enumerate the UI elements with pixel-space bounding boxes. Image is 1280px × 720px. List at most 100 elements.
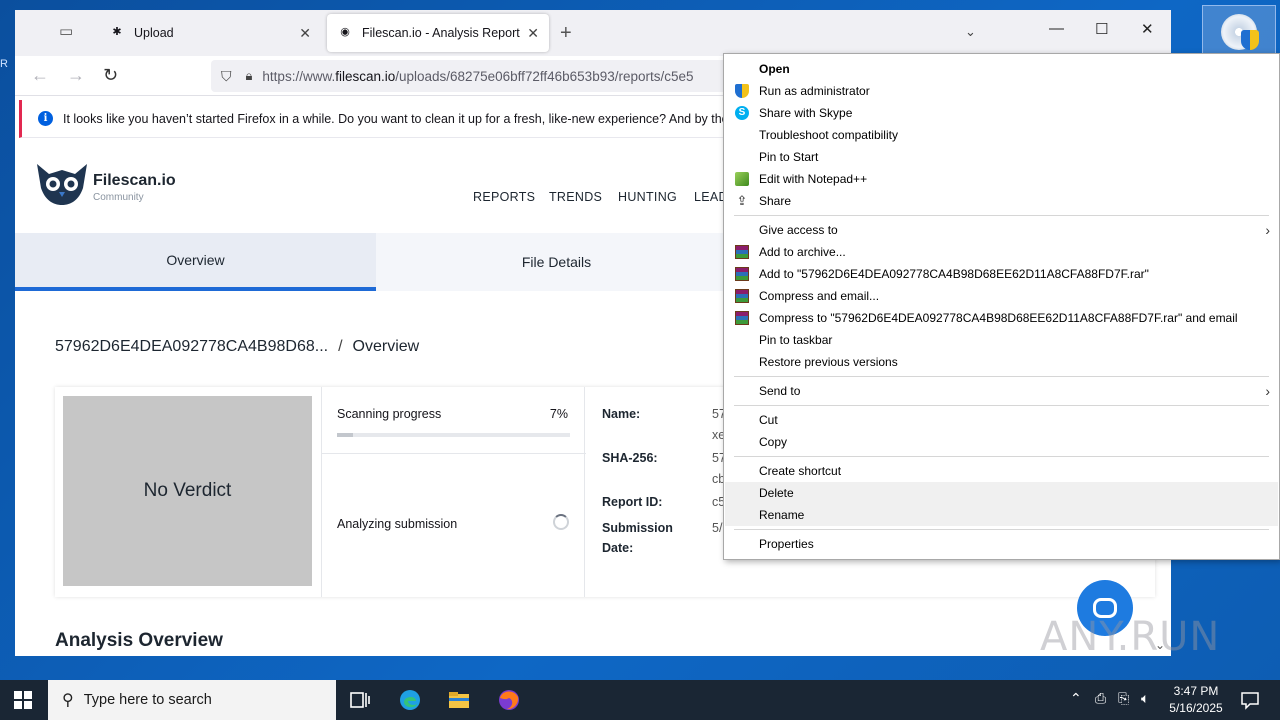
meta-date-label: Date: xyxy=(602,541,634,555)
verdict-box: No Verdict xyxy=(63,396,312,586)
device-icon[interactable]: ⎙ xyxy=(1095,690,1106,707)
menu-divider xyxy=(734,405,1269,406)
share-icon: ⇪ xyxy=(736,193,748,208)
menu-copy[interactable]: Copy xyxy=(725,431,1278,453)
breadcrumb-separator: / xyxy=(338,338,343,355)
back-arrow-icon[interactable]: ← xyxy=(31,65,49,86)
meta-sha-label: SHA-256: xyxy=(602,451,658,465)
menu-edit-notepadpp[interactable]: Edit with Notepad++ xyxy=(725,168,1278,190)
analyzing-status: Analyzing submission xyxy=(337,517,458,531)
menu-rename[interactable]: Rename xyxy=(725,504,1278,526)
menu-open[interactable]: Open xyxy=(725,58,1278,80)
brand-name[interactable]: Filescan.io xyxy=(93,172,176,190)
reload-icon[interactable]: ↻ xyxy=(103,65,118,86)
menu-add-rar[interactable]: Add to "57962D6E4DEA092778CA4B98D68EE62D… xyxy=(725,263,1278,285)
tab-file-details[interactable]: File Details xyxy=(376,233,737,291)
tracking-shield-icon[interactable]: ⛉ xyxy=(221,68,232,85)
progress-panel: Scanning progress 7% Analyzing submissio… xyxy=(321,387,586,597)
tab-upload[interactable]: ✱ Upload ✕ xyxy=(99,14,321,52)
edge-icon[interactable] xyxy=(398,688,422,712)
menu-run-as-admin[interactable]: Run as administrator xyxy=(725,80,1278,102)
progress-value: 7% xyxy=(549,407,568,421)
skype-icon: S xyxy=(735,106,749,120)
tab-title: Upload xyxy=(134,26,174,40)
menu-share-skype[interactable]: S Share with Skype xyxy=(725,102,1278,124)
progress-bar xyxy=(337,433,570,437)
taskbar: ⚲ Type here to search ⌃ ⎙ ⎘ 🔈︎ 3:47 PM 5… xyxy=(0,680,1280,720)
taskbar-search[interactable]: ⚲ Type here to search xyxy=(48,680,336,720)
new-tab-button[interactable]: + xyxy=(560,22,572,45)
url-prefix: https://www. xyxy=(262,68,336,84)
winrar-icon xyxy=(735,245,749,259)
close-window-button[interactable]: ✕ xyxy=(1141,20,1154,38)
menu-send-to[interactable]: Send to › xyxy=(725,380,1278,402)
progress-fill xyxy=(337,433,354,437)
tab-filescan-report[interactable]: ◉ Filescan.io - Analysis Report for ✕ xyxy=(327,14,549,52)
task-view-icon[interactable] xyxy=(348,688,372,712)
url-domain: filescan.io xyxy=(335,68,396,84)
meta-report-label: Report ID: xyxy=(602,495,663,509)
menu-add-archive[interactable]: Add to archive... xyxy=(725,241,1278,263)
owl-logo-icon[interactable] xyxy=(35,162,89,206)
minimize-button[interactable]: — xyxy=(1049,20,1064,37)
breadcrumb-page: Overview xyxy=(352,338,420,355)
forward-arrow-icon[interactable]: → xyxy=(67,65,85,86)
firefox-icon[interactable] xyxy=(497,688,521,712)
menu-pin-start[interactable]: Pin to Start xyxy=(725,146,1278,168)
menu-restore-versions[interactable]: Restore previous versions xyxy=(725,351,1278,373)
breadcrumb-file[interactable]: 57962D6E4DEA092778CA4B98D68... xyxy=(55,338,328,355)
bug-icon: ✱ xyxy=(112,26,122,38)
progress-label: Scanning progress xyxy=(337,407,442,421)
menu-compress-email[interactable]: Compress and email... xyxy=(725,285,1278,307)
menu-pin-taskbar[interactable]: Pin to taskbar xyxy=(725,329,1278,351)
close-tab-icon[interactable]: ✕ xyxy=(299,25,311,42)
maximize-button[interactable]: ☐ xyxy=(1095,20,1108,38)
search-icon: ⚲ xyxy=(62,692,74,709)
file-explorer-icon[interactable] xyxy=(447,688,471,712)
search-placeholder: Type here to search xyxy=(83,692,212,708)
menu-share[interactable]: ⇪ Share xyxy=(725,190,1278,212)
show-hidden-icons-chevron-icon[interactable]: ⌃ xyxy=(1070,690,1082,707)
nav-hunting[interactable]: HUNTING xyxy=(618,190,677,204)
menu-divider xyxy=(734,215,1269,216)
lock-icon[interactable]: 🔒︎ xyxy=(246,68,253,84)
loading-spinner-icon xyxy=(553,514,569,530)
submenu-arrow-icon: › xyxy=(1265,383,1270,399)
clock-time: 3:47 PM xyxy=(1173,684,1219,698)
menu-properties[interactable]: Properties xyxy=(725,533,1278,555)
tab-title: Filescan.io - Analysis Report for xyxy=(362,26,524,40)
desktop-file-icon[interactable] xyxy=(1202,5,1276,57)
nav-trends[interactable]: TRENDS xyxy=(549,190,602,204)
close-tab-icon[interactable]: ✕ xyxy=(527,25,539,42)
menu-cut[interactable]: Cut xyxy=(725,409,1278,431)
windows-start-icon[interactable] xyxy=(14,691,32,709)
brand-subtitle: Community xyxy=(93,192,144,203)
analysis-overview-heading: Analysis Overview xyxy=(55,630,223,651)
filescan-icon: ◉ xyxy=(340,26,350,38)
menu-divider xyxy=(734,376,1269,377)
network-icon[interactable]: ⎘ xyxy=(1118,690,1129,707)
winrar-icon xyxy=(735,267,749,281)
menu-compress-rar-email[interactable]: Compress to "57962D6E4DEA092778CA4B98D68… xyxy=(725,307,1278,329)
url-path: /uploads/68275e06bff72ff46b653b93/report… xyxy=(395,68,694,84)
notepadpp-icon xyxy=(735,172,749,186)
context-menu: Open Run as administrator S Share with Sk… xyxy=(723,53,1280,560)
menu-create-shortcut[interactable]: Create shortcut xyxy=(725,460,1278,482)
menu-give-access[interactable]: Give access to › xyxy=(725,219,1278,241)
winrar-icon xyxy=(735,289,749,303)
meta-name-label: Name: xyxy=(602,407,641,421)
breadcrumb: 57962D6E4DEA092778CA4B98D68... / Overview xyxy=(55,338,419,356)
clock-date: 5/16/2025 xyxy=(1169,701,1223,715)
list-all-tabs-icon[interactable]: ⌄ xyxy=(965,24,976,40)
menu-troubleshoot[interactable]: Troubleshoot compatibility xyxy=(725,124,1278,146)
tab-list-icon[interactable]: ▭ xyxy=(59,22,89,44)
nav-reports[interactable]: REPORTS xyxy=(473,190,535,204)
volume-icon[interactable]: 🔈︎ xyxy=(1141,690,1149,707)
notifications-icon[interactable] xyxy=(1238,688,1262,712)
tab-overview[interactable]: Overview xyxy=(15,233,376,291)
watermark: ANY.RUN xyxy=(1040,614,1221,660)
uac-shield-icon xyxy=(735,84,749,98)
menu-delete[interactable]: Delete xyxy=(725,482,1278,504)
clock[interactable]: 3:47 PM 5/16/2025 xyxy=(1158,683,1234,717)
menu-divider xyxy=(734,456,1269,457)
